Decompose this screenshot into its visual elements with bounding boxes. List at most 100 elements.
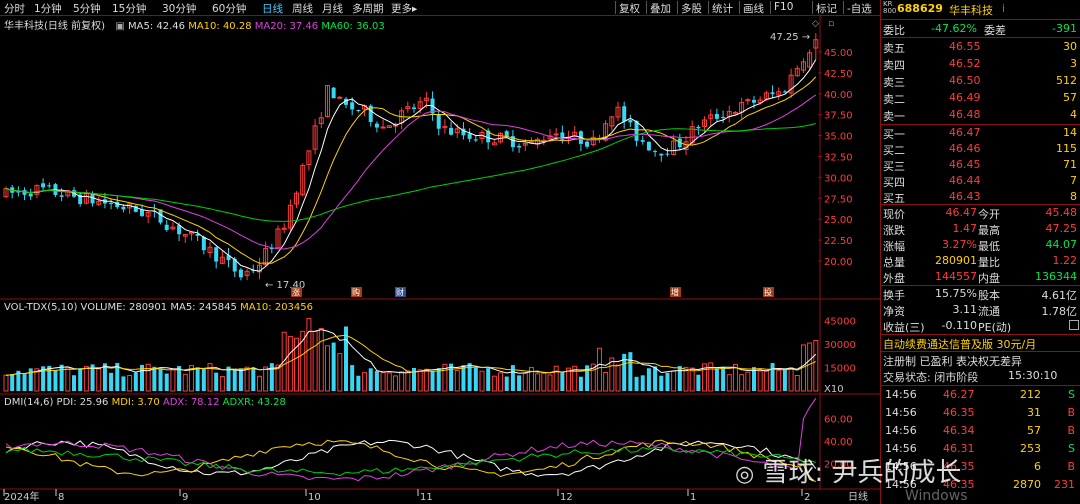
ask-row-4: 卖二 46.49 57 [881, 90, 1080, 106]
price-tick: 27.50 [824, 194, 853, 205]
volume-bar-down [696, 374, 701, 391]
volume-bar-up [745, 371, 751, 392]
dmi-tick: 40.00 [824, 437, 853, 448]
volume-bar-up [541, 372, 547, 392]
volume-bar-up [3, 374, 9, 392]
candle-down [628, 120, 633, 123]
candle-down [721, 116, 726, 118]
ask-label: 卖五 [883, 42, 905, 55]
ask-price: 46.52 [949, 57, 981, 70]
volume-bar-up [794, 375, 800, 392]
candle-down [121, 206, 126, 210]
fin-row-2: 净资 3.11 流通 1.78亿 [881, 302, 1080, 318]
tick-side: B [1067, 460, 1075, 473]
vol-legend-ma10: MA10: 203456 [240, 302, 314, 313]
volume-bar-down [721, 366, 726, 391]
volume-bar-down [238, 368, 243, 391]
diff-value: -391 [1052, 22, 1077, 35]
candle-down [41, 183, 46, 188]
candle-down [412, 107, 416, 109]
volume-bar-up [423, 368, 429, 392]
promo-row[interactable]: 自动续费通达信普及版 30元/月 [881, 335, 1080, 351]
volume-bar-up [362, 372, 368, 392]
volume-bar-up [479, 370, 485, 392]
bid-label: 买二 [883, 144, 905, 157]
stat-row-2: 涨跌 1.47 最高 47.25 [881, 221, 1080, 237]
volume-bar-down [560, 372, 565, 391]
volume-bar-down [195, 367, 200, 391]
dmi-tick: 60.00 [824, 415, 853, 426]
stat-value: 136344 [1035, 270, 1077, 283]
volume-bar-down [436, 368, 441, 391]
x-corner-label: 日线 [848, 490, 868, 503]
volume-bar-down [646, 368, 651, 391]
candle-down [585, 141, 590, 147]
price-tick: 40.00 [824, 90, 853, 101]
tick-row: 14:56 46.35 31 B [881, 405, 1080, 421]
volume-bar-up [547, 374, 553, 392]
ask-price: 46.48 [949, 108, 981, 121]
watermark-text: 雪球: 尹兵的成长 [762, 458, 962, 488]
volume-bar-up [256, 375, 262, 392]
volume-bar-down [121, 376, 126, 391]
code-prefix: KR 800 [883, 0, 897, 15]
volume-tick: 30000 [824, 340, 856, 351]
x-tick: 12 [560, 492, 573, 503]
bid-price: 46.45 [949, 158, 981, 171]
kline-chart[interactable]: 45.00 42.50 40.00 37.50 35.00 32.50 30.00 27.50… [0, 0, 880, 504]
vol-legend-volume: VOLUME: 280901 [80, 302, 168, 313]
fin-label: 净资 [883, 305, 905, 318]
status-row-2: 交易状态: 闭市阶段 15:30:10 [881, 368, 1080, 384]
volume-bar-down [164, 373, 169, 391]
stat-label: 内盘 [978, 272, 1000, 285]
candle-down [752, 99, 756, 103]
ask-row-1: 卖五 46.55 30 [881, 39, 1080, 55]
watermark: ◎ 雪球: 尹兵的成长 [735, 452, 962, 489]
volume-bar-down [350, 365, 355, 391]
volume-bar-down [461, 365, 466, 391]
dmi-panel: 60.0040.0020.00 [5, 398, 853, 482]
bid-row-2: 买二 46.46 115 [881, 141, 1080, 157]
tick-price: 46.34 [943, 424, 975, 437]
tick-row: 14:56 46.34 57 B [881, 423, 1080, 439]
ma10-line [5, 76, 817, 264]
dmi-legend: DMI(14,6) PDI: 25.96 MDI: 3.70 ADX: 78.1… [4, 397, 286, 408]
ratio-value: -47.62% [931, 22, 977, 35]
ma5-label: MA5: 42.46 [128, 21, 186, 32]
candle-down [696, 126, 701, 129]
volume-bar-down [430, 370, 435, 391]
volume-bar-up [671, 370, 677, 392]
fin-row-3: 收益(三) -0.110 PE(动) [881, 318, 1080, 334]
volume-bar-up [763, 369, 769, 392]
candle-down [90, 194, 95, 204]
volume-panel: 45000 30000 15000 X10 [3, 317, 856, 395]
fin-value: 15.75% [935, 287, 977, 300]
square-icon: ▫ [828, 19, 834, 29]
stat-value: 3.27% [942, 238, 977, 251]
ma20-label: MA20: 37.46 [254, 21, 319, 32]
volume-tick: 15000 [824, 364, 856, 375]
mdi-line [5, 439, 816, 482]
tick-side: 231 [1054, 478, 1075, 491]
candle-down [640, 140, 645, 142]
volume-bar-up [337, 353, 343, 392]
line [881, 37, 1080, 38]
ask-volume: 4 [1070, 108, 1077, 121]
volume-bar-down [109, 372, 114, 391]
adx-line [5, 398, 817, 482]
tick-volume: 212 [1020, 388, 1041, 401]
candle-down [350, 102, 355, 110]
ask-label: 卖二 [883, 93, 905, 106]
candle-up [380, 126, 386, 129]
volume-bar-down [226, 366, 231, 391]
wechat-icon: ◎ [735, 462, 755, 487]
price-tick: 22.50 [824, 236, 853, 247]
ask-row-5: 卖一 46.48 4 [881, 107, 1080, 123]
volume-bar-up [392, 375, 398, 392]
price-tick: 30.00 [824, 173, 853, 184]
price-tick: 42.50 [824, 69, 853, 80]
volume-bar-up [689, 367, 695, 392]
volume-bar-down [714, 368, 719, 391]
bid-row-3: 买三 46.45 71 [881, 157, 1080, 173]
volume-bar-up [522, 373, 528, 392]
